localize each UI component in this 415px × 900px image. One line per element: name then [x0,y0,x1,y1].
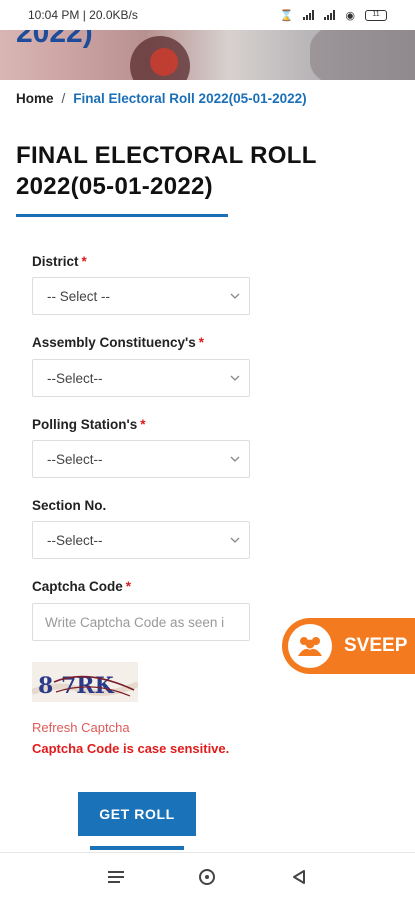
back-button[interactable] [279,857,319,897]
signal-icon [324,10,336,20]
status-bar: 10:04 PM | 20.0KB/s ⌛ ◉ 11 [0,0,415,30]
get-roll-button[interactable]: GET ROLL [78,792,196,836]
captcha-label: Captcha Code * [32,579,131,594]
home-circle-icon [199,868,216,885]
required-marker: * [125,579,132,594]
battery-level: 11 [372,10,380,18]
captcha-label-text: Captcha Code [32,579,123,594]
button-underline [90,846,184,850]
signal-icon [303,10,315,20]
polling-label: Polling Station's * [32,417,145,432]
breadcrumb-current[interactable]: Final Electoral Roll 2022(05-01-2022) [73,91,306,106]
menu-button[interactable] [96,857,136,897]
breadcrumb: Home / Final Electoral Roll 2022(05-01-2… [16,91,307,106]
district-label-text: District [32,254,79,269]
assembly-select-value: --Select-- [47,370,103,386]
assembly-select[interactable]: --Select-- [32,359,250,397]
refresh-captcha-link[interactable]: Refresh Captcha [32,720,130,735]
captcha-input-placeholder: Write Captcha Code as seen i [45,614,225,630]
assembly-label-text: Assembly Constituency's [32,335,196,350]
status-time-speed: 10:04 PM | 20.0KB/s [28,8,138,22]
polling-select[interactable]: --Select-- [32,440,250,478]
sveep-label: SVEEP [344,635,408,656]
section-select-value: --Select-- [47,532,103,548]
required-marker: * [140,417,146,432]
required-marker: * [81,254,87,269]
hero-title: 2022) [16,30,93,49]
back-triangle-icon [293,869,306,884]
district-select[interactable]: -- Select -- [32,277,250,315]
hero-image-shape [150,48,178,76]
breadcrumb-home-link[interactable]: Home [16,91,54,106]
vpn-icon: ◉ [345,9,355,22]
hero-banner: 2022) [0,30,415,80]
section-label-text: Section No. [32,498,107,513]
chevron-down-icon [230,375,240,381]
alarm-icon: ⌛ [279,9,294,22]
people-group-icon [298,637,322,656]
section-label: Section No. [32,498,106,513]
menu-icon [107,870,124,883]
district-label: District * [32,254,87,269]
battery-icon: 11 [365,9,387,21]
required-marker: * [198,335,205,350]
polling-select-value: --Select-- [47,451,103,467]
home-button[interactable] [187,857,227,897]
title-underline [16,214,228,217]
sveep-icon-circle [288,624,332,668]
chevron-down-icon [230,456,240,462]
hero-image-shape [310,30,415,80]
status-icons: ⌛ ◉ 11 [280,9,387,22]
system-navigation-bar [0,852,415,900]
captcha-image: 8 7RK [32,662,138,702]
breadcrumb-separator: / [61,91,66,106]
section-select[interactable]: --Select-- [32,521,250,559]
sveep-floating-button[interactable]: SVEEP [282,618,415,674]
assembly-label: Assembly Constituency's * [32,335,204,350]
district-select-value: -- Select -- [47,288,111,304]
chevron-down-icon [230,537,240,543]
page-title: FINAL ELECTORAL ROLL 2022(05-01-2022) [16,142,317,200]
chevron-down-icon [230,293,240,299]
polling-label-text: Polling Station's [32,417,138,432]
captcha-case-note: Captcha Code is case sensitive. [32,741,230,756]
captcha-input[interactable]: Write Captcha Code as seen i [32,603,250,641]
